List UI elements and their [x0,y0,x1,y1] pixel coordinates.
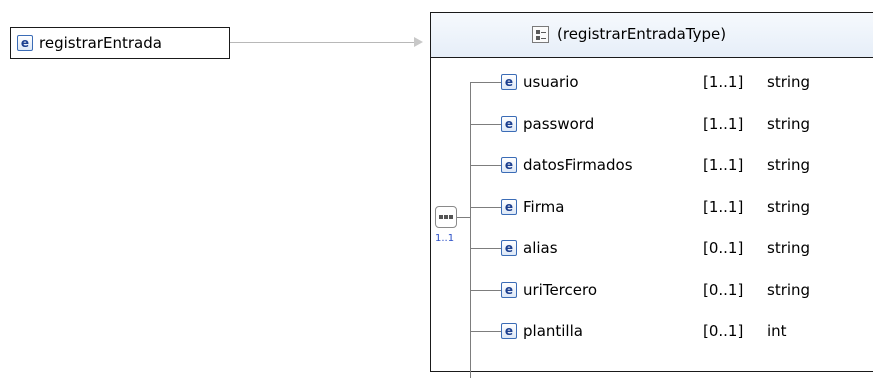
child-element-row[interactable]: e uriTercero [0..1] string [501,280,810,300]
child-element-row[interactable]: e usuario [1..1] string [501,72,810,92]
tree-branch-line [470,290,501,291]
element-cardinality: [0..1] [703,239,744,257]
element-cardinality: [0..1] [703,322,744,340]
element-icon: e [501,240,517,256]
element-type: string [767,198,811,216]
tree-branch-line [470,207,501,208]
child-element-row[interactable]: e password [1..1] string [501,114,810,134]
tree-branch-line [470,82,501,83]
element-type: string [767,115,811,133]
schema-diagram: e registrarEntrada (registrarEntradaType… [0,0,873,378]
tree-branch-line [470,331,501,332]
element-type: string [767,156,811,174]
child-element-row[interactable]: e alias [0..1] string [501,238,810,258]
tree-branch-line [470,165,501,166]
complex-type-title: (registrarEntradaType) [557,25,727,43]
complex-type-header: (registrarEntradaType) [431,13,873,58]
element-name: uriTercero [523,281,598,299]
element-cardinality: [1..1] [703,73,744,91]
element-name: plantilla [523,322,583,340]
sequence-cardinality: 1..1 [435,233,455,244]
complex-type-icon [532,26,549,43]
element-cardinality: [1..1] [703,198,744,216]
root-element-node[interactable]: e registrarEntrada [10,27,230,59]
element-icon: e [17,35,33,51]
root-element-name: registrarEntrada [39,34,162,52]
sequence-icon[interactable] [435,206,457,228]
element-name: alias [523,239,558,257]
element-cardinality: [0..1] [703,281,744,299]
element-cardinality: [1..1] [703,115,744,133]
element-name: datosFirmados [523,156,633,174]
element-icon: e [501,74,517,90]
connector-line [230,42,415,43]
element-icon: e [501,116,517,132]
child-element-row[interactable]: e plantilla [0..1] int [501,321,787,341]
element-name: Firma [523,198,565,216]
tree-branch-line [470,248,501,249]
element-type: string [767,281,811,299]
element-icon: e [501,323,517,339]
element-icon: e [501,157,517,173]
complex-type-node[interactable]: (registrarEntradaType) [430,12,873,372]
tree-trunk-line [470,82,471,378]
element-name: usuario [523,73,579,91]
element-icon: e [501,282,517,298]
element-cardinality: [1..1] [703,156,744,174]
child-element-row[interactable]: e Firma [1..1] string [501,197,810,217]
element-icon: e [501,199,517,215]
child-element-row[interactable]: e datosFirmados [1..1] string [501,155,810,175]
tree-branch-line [470,124,501,125]
element-name: password [523,115,595,133]
element-type: string [767,73,811,91]
sequence-connector [457,217,470,218]
element-type: int [767,322,787,340]
element-type: string [767,239,811,257]
connector-arrow-icon [414,37,423,47]
